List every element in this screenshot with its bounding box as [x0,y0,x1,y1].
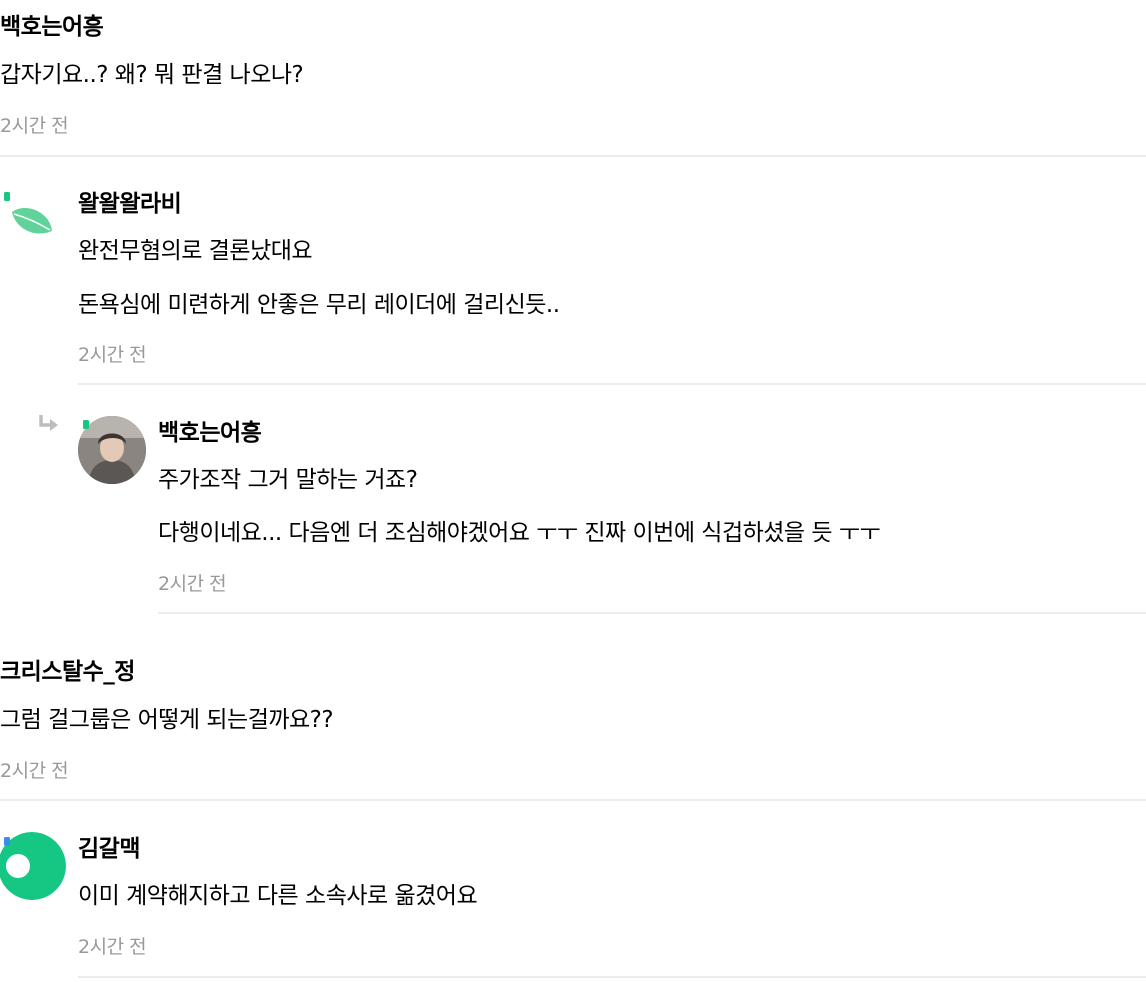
reply-time: 2시간 전 [158,573,227,595]
reply-time: 2시간 전 [78,344,147,366]
reply-text-line: 완전무혐의로 결론났대요 [78,238,313,264]
reply-time: 2시간 전 [78,936,147,958]
reply-nickname[interactable]: 왈왈왈라비 [78,184,182,218]
reply-text-line: 돈욕심에 미련하게 안좋은 무리 레이더에 걸리신듯.. [78,292,560,318]
reply-text-line: 다행이네요... 다음엔 더 조심해야겠어요 ㅜㅜ 진짜 이번에 식겁하셨을 듯… [158,520,881,546]
divider [158,612,1146,614]
membership-badge-icon [4,192,10,201]
comment-text: 갑자기요..? 왜? 뭐 판결 나오나? [0,62,304,88]
reply-text-line: 이미 계약해지하고 다른 소속사로 옮겼어요 [78,883,478,909]
comment-nickname[interactable]: 크리스탈수_정 [0,652,135,686]
divider [78,976,1146,978]
comment-time: 2시간 전 [0,760,69,782]
reply-nickname[interactable]: 김갈맥 [78,829,140,863]
divider [78,383,1146,385]
reply-text-line: 주가조작 그거 말하는 거죠? [158,467,418,493]
reply-arrow-icon [38,414,60,438]
membership-badge-icon [83,420,89,429]
comment-text: 그럼 걸그룹은 어떻게 되는걸까요?? [0,707,334,733]
membership-badge-icon [4,837,10,846]
divider [0,155,1146,157]
reply-nickname[interactable]: 백호는어흥 [158,413,262,447]
comment-time: 2시간 전 [0,115,69,137]
divider [0,799,1146,801]
comment-nickname[interactable]: 백호는어흥 [0,7,104,41]
